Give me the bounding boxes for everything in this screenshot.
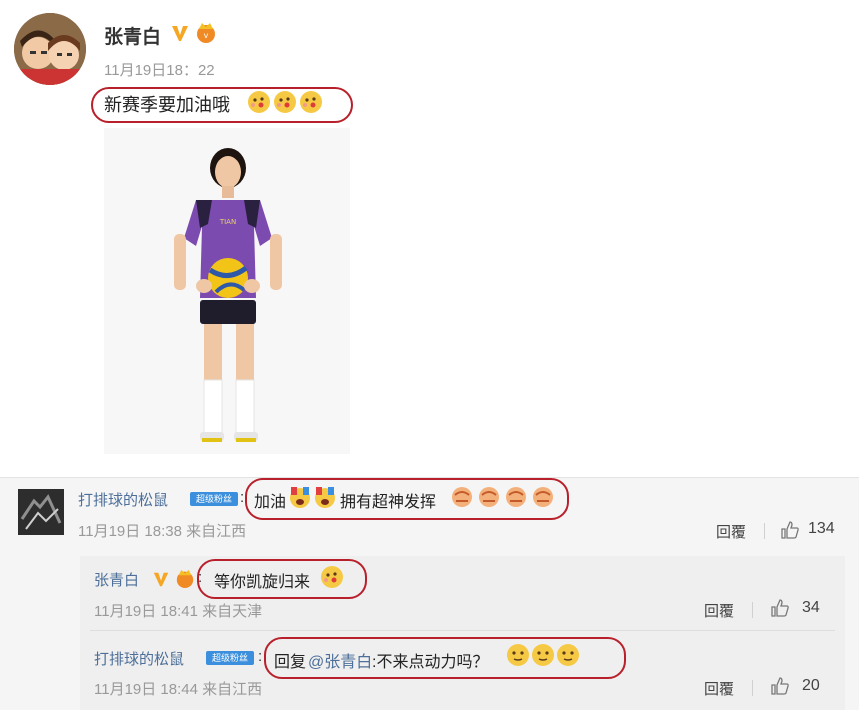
- reply-text: 等你凯旋归来: [214, 574, 311, 591]
- smile-emojis: [506, 643, 580, 667]
- colon: :: [240, 489, 245, 506]
- kiss-emoji-icon: [274, 91, 296, 113]
- smile-emoji-icon: [507, 644, 529, 666]
- reply-author-name[interactable]: 张青白: [94, 569, 139, 590]
- commenter-avatar[interactable]: [18, 489, 64, 535]
- cheer-emoji-icon: [290, 487, 310, 508]
- commenter-name[interactable]: 打排球的松鼠: [78, 489, 168, 510]
- divider: [752, 602, 753, 618]
- vip-crown-icon: [176, 569, 194, 588]
- smile-emoji-icon: [557, 644, 579, 666]
- reply-button[interactable]: 回覆: [704, 678, 734, 699]
- thumbs-up-icon[interactable]: [780, 520, 800, 540]
- thumbs-up-icon[interactable]: [770, 598, 790, 618]
- mention-link[interactable]: @张青白: [308, 648, 372, 672]
- author-name[interactable]: 张青白: [104, 22, 161, 49]
- bow-emoji-icon: [533, 487, 553, 507]
- divider: [90, 630, 835, 631]
- reply-button[interactable]: 回覆: [704, 600, 734, 621]
- cheer-emoji-icon: [315, 487, 335, 508]
- fan-badge: 超级粉丝: [190, 492, 238, 506]
- author-avatar[interactable]: [14, 13, 86, 85]
- reply-time: 11月19日 18:41 来自天津: [94, 603, 263, 620]
- kiss-emoji-icon: [248, 91, 270, 113]
- verified-icon: [172, 26, 188, 41]
- kiss-emoji-icon: [321, 566, 343, 588]
- verified-icon: [153, 572, 169, 587]
- like-count: 34: [802, 599, 820, 616]
- svg-text:v: v: [204, 31, 209, 40]
- vip-crown-icon: v: [197, 23, 215, 43]
- cheer-emojis: [288, 485, 337, 509]
- colon: :: [258, 648, 263, 665]
- comment-text-prefix: 加油: [254, 494, 287, 511]
- kiss-emoji-icon: [300, 91, 322, 113]
- post-emojis: [247, 90, 323, 114]
- post-text: 新赛季要加油哦: [104, 95, 230, 115]
- bow-emoji-icon: [506, 487, 526, 507]
- post-time: 11月19日18：22: [104, 62, 215, 79]
- thumbs-up-icon[interactable]: [770, 676, 790, 696]
- smile-emoji-icon: [532, 644, 554, 666]
- like-count: 134: [808, 520, 835, 537]
- divider: [764, 523, 765, 539]
- post-photo[interactable]: TIAN: [104, 128, 350, 454]
- bow-emojis: [450, 485, 555, 509]
- like-count: 20: [802, 677, 820, 694]
- reply-text: :不来点动力吗？: [372, 654, 489, 671]
- divider: [752, 680, 753, 696]
- bow-emoji-icon: [452, 487, 472, 507]
- comment-time: 11月19日 18:38 来自江西: [78, 523, 247, 540]
- reply-prefix: 回复: [274, 654, 307, 671]
- reply-author-name[interactable]: 打排球的松鼠: [94, 648, 184, 669]
- fan-badge: 超级粉丝: [206, 651, 254, 665]
- reply-button[interactable]: 回覆: [716, 521, 746, 542]
- svg-text:TIAN: TIAN: [219, 218, 236, 226]
- bow-emoji-icon: [479, 487, 499, 507]
- comment-text-suffix: 拥有超神发挥: [340, 494, 437, 511]
- reply-time: 11月19日 18:44 来自江西: [94, 681, 263, 698]
